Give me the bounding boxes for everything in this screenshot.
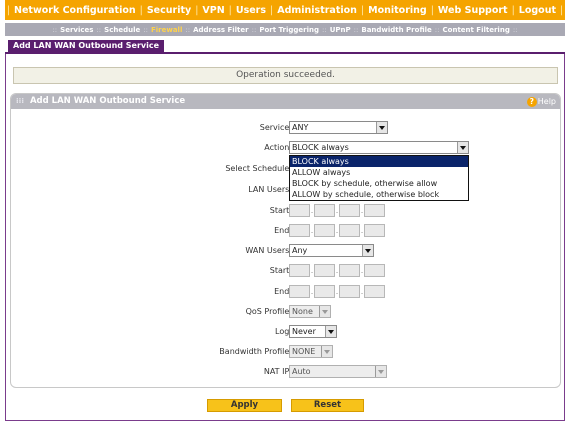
ip-octet-field[interactable]: [339, 224, 360, 237]
lan-users-row: LAN Users:: [11, 183, 560, 197]
subnav-content-filtering[interactable]: Content Filtering: [443, 26, 510, 34]
qos-profile-value: None: [292, 307, 313, 316]
ip-octet-field[interactable]: [364, 224, 385, 237]
ip-octet-field[interactable]: [339, 285, 360, 298]
nat-ip-row: NAT IP: Auto: [11, 365, 560, 379]
lan-end-ip: . . .: [289, 224, 385, 237]
lan-users-label: LAN Users:: [248, 185, 292, 194]
section-title: Add LAN WAN Outbound Service: [29, 96, 186, 106]
subnav-services[interactable]: Services: [60, 26, 93, 34]
status-message: Operation succeeded.: [13, 67, 558, 84]
subnav-port-triggering[interactable]: Port Triggering: [259, 26, 319, 34]
reset-button[interactable]: Reset: [291, 399, 364, 412]
wan-end-row: End: . . .: [11, 285, 560, 299]
nav-administration[interactable]: Administration: [277, 5, 357, 16]
service-row: Service: ANY: [11, 121, 560, 135]
service-select[interactable]: ANY: [289, 121, 388, 134]
ip-octet-field[interactable]: [339, 264, 360, 277]
ip-octet-field[interactable]: [364, 264, 385, 277]
chevron-down-icon: [325, 326, 336, 337]
nav-logout[interactable]: Logout: [519, 5, 556, 16]
nav-vpn[interactable]: VPN: [202, 5, 224, 16]
nat-ip-value: Auto: [292, 367, 311, 376]
wan-users-label: WAN Users:: [245, 246, 292, 255]
qos-profile-label: QoS Profile:: [245, 307, 292, 316]
bandwidth-profile-value: NONE: [292, 347, 316, 356]
help-icon: ?: [526, 96, 537, 107]
chevron-down-icon: [319, 306, 330, 317]
subnav-firewall[interactable]: Firewall: [151, 26, 182, 34]
lan-start-row: Start: . . .: [11, 204, 560, 218]
ip-octet-field[interactable]: [314, 285, 335, 298]
bandwidth-profile-select[interactable]: NONE: [289, 345, 333, 358]
wan-users-select[interactable]: Any: [289, 244, 374, 257]
nav-network-configuration[interactable]: Network Configuration: [14, 5, 136, 16]
wan-start-ip: . . .: [289, 264, 385, 277]
ip-octet-field[interactable]: [289, 224, 310, 237]
help-link[interactable]: ? Help: [526, 94, 556, 109]
action-dropdown-list: BLOCK always ALLOW always BLOCK by sched…: [289, 155, 469, 201]
chevron-down-icon: [321, 346, 332, 357]
action-option-block-always[interactable]: BLOCK always: [290, 156, 468, 167]
wan-start-row: Start: . . .: [11, 264, 560, 278]
action-label: Action:: [264, 143, 292, 152]
action-option-allow-always[interactable]: ALLOW always: [290, 167, 468, 178]
grip-icon: ⁝⁝⁝: [16, 97, 24, 105]
ip-octet-field[interactable]: [314, 264, 335, 277]
qos-profile-select[interactable]: None: [289, 305, 331, 318]
service-label: Service:: [259, 123, 292, 132]
chevron-down-icon: [376, 122, 387, 133]
page-tab: Add LAN WAN Outbound Service: [8, 40, 165, 52]
ip-octet-field[interactable]: [364, 285, 385, 298]
ip-octet-field[interactable]: [364, 204, 385, 217]
log-row: Log: Never: [11, 325, 560, 339]
bandwidth-profile-label: Bandwidth Profile:: [219, 347, 292, 356]
action-option-block-by-schedule[interactable]: BLOCK by schedule, otherwise allow: [290, 178, 468, 189]
ip-octet-field[interactable]: [339, 204, 360, 217]
action-select[interactable]: BLOCK always: [289, 141, 469, 154]
wan-users-value: Any: [292, 246, 308, 255]
qos-profile-row: QoS Profile: None: [11, 305, 560, 319]
chevron-down-icon: [362, 245, 373, 256]
chevron-down-icon: [375, 366, 386, 377]
log-select[interactable]: Never: [289, 325, 337, 338]
log-value: Never: [292, 327, 316, 336]
nav-monitoring[interactable]: Monitoring: [368, 5, 427, 16]
schedule-label: Select Schedule:: [225, 164, 292, 173]
nat-ip-select[interactable]: Auto: [289, 365, 387, 378]
subnav-address-filter[interactable]: Address Filter: [193, 26, 249, 34]
action-option-allow-by-schedule[interactable]: ALLOW by schedule, otherwise block: [290, 189, 468, 200]
ip-octet-field[interactable]: [289, 204, 310, 217]
subnav-upnp[interactable]: UPnP: [330, 26, 351, 34]
nav-security[interactable]: Security: [147, 5, 191, 16]
ip-octet-field[interactable]: [289, 285, 310, 298]
chevron-down-icon: [457, 142, 468, 153]
section-header: ⁝⁝⁝ Add LAN WAN Outbound Service ? Help: [11, 94, 560, 109]
subnav-schedule[interactable]: Schedule: [104, 26, 140, 34]
subnav-bandwidth-profile[interactable]: Bandwidth Profile: [361, 26, 431, 34]
wan-users-row: WAN Users: Any: [11, 244, 560, 258]
action-row: Action: BLOCK always: [11, 141, 560, 155]
lan-start-ip: . . .: [289, 204, 385, 217]
nav-web-support[interactable]: Web Support: [438, 5, 508, 16]
top-navigation: | Network Configuration | Security | VPN…: [5, 0, 565, 20]
bandwidth-profile-row: Bandwidth Profile: NONE: [11, 345, 560, 359]
nav-users[interactable]: Users: [236, 5, 266, 16]
nat-ip-label: NAT IP:: [263, 367, 292, 376]
ip-octet-field[interactable]: [314, 204, 335, 217]
form-section: ⁝⁝⁝ Add LAN WAN Outbound Service ? Help …: [10, 93, 561, 388]
help-label: Help: [537, 97, 556, 106]
ip-octet-field[interactable]: [289, 264, 310, 277]
wan-end-ip: . . .: [289, 285, 385, 298]
service-value: ANY: [292, 123, 309, 132]
lan-end-row: End: . . .: [11, 224, 560, 238]
schedule-row: Select Schedule:: [11, 162, 560, 176]
ip-octet-field[interactable]: [314, 224, 335, 237]
action-value: BLOCK always: [292, 143, 349, 152]
sub-navigation: :: Services :: Schedule :: Firewall :: A…: [5, 23, 565, 36]
apply-button[interactable]: Apply: [207, 399, 282, 412]
